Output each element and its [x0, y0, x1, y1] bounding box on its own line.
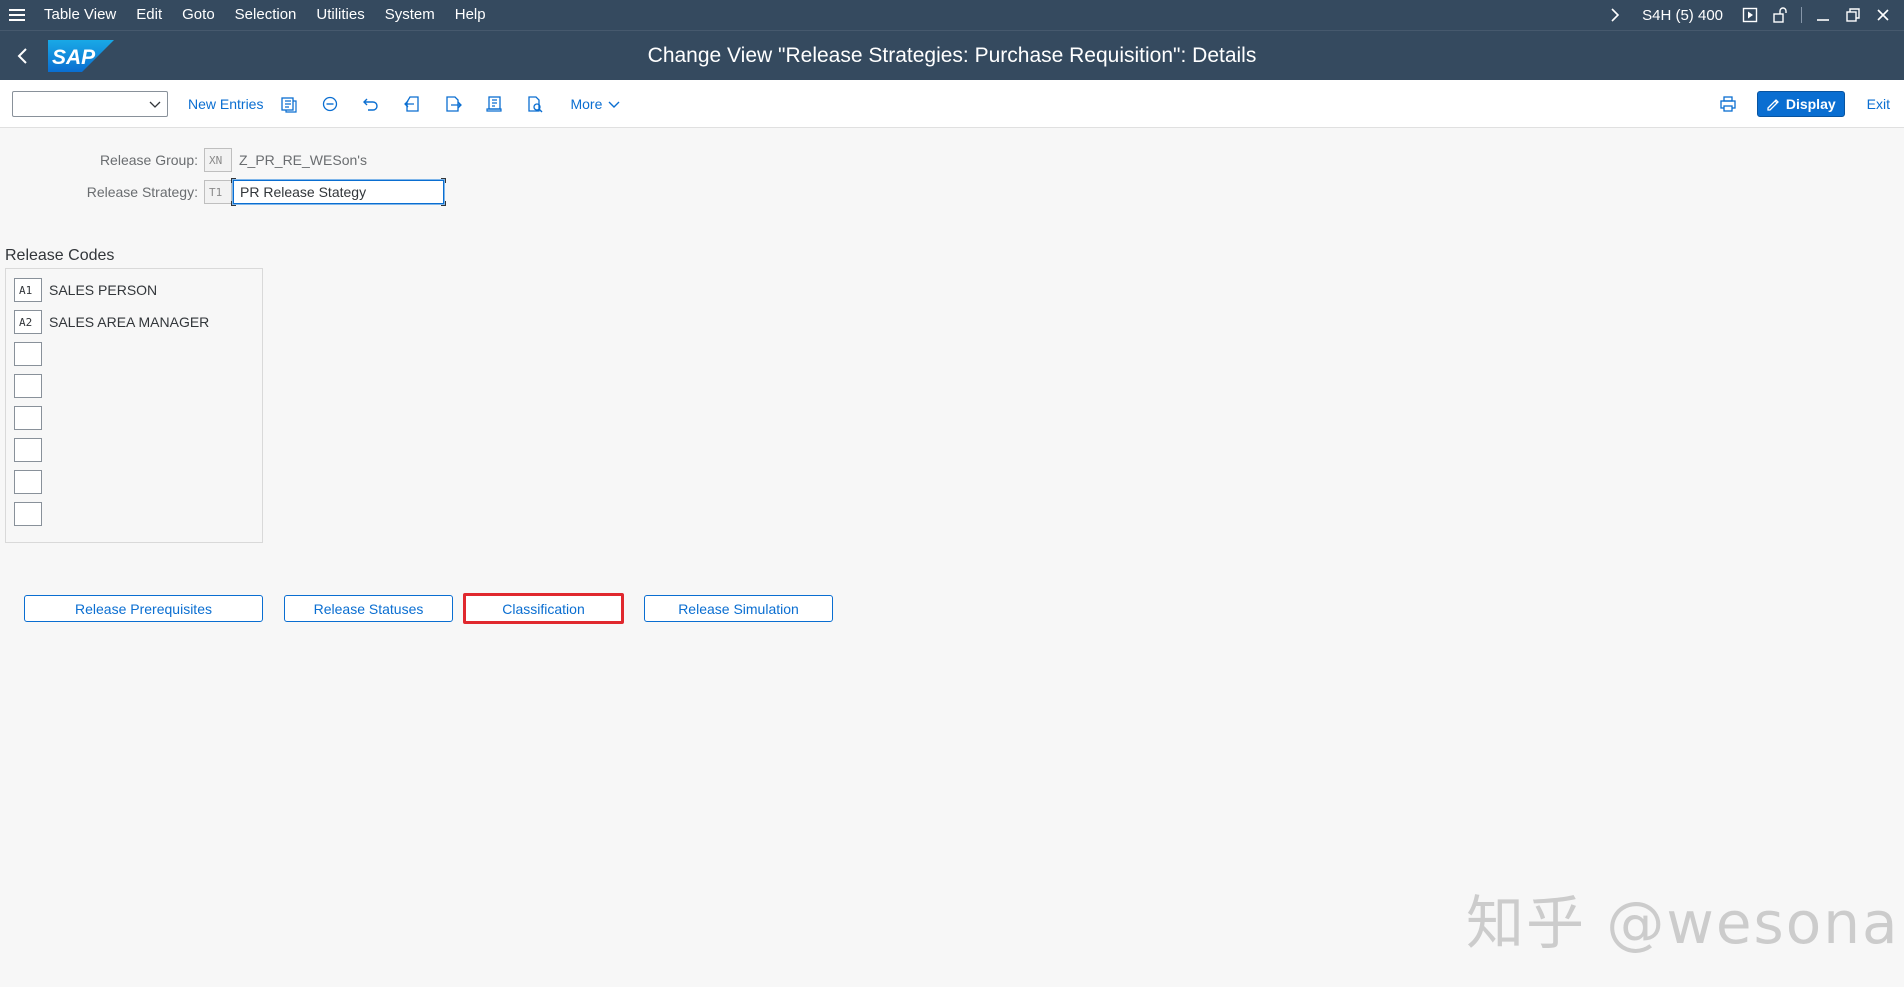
- watermark: 知乎 @wesona: [1466, 889, 1900, 957]
- undo-icon[interactable]: [356, 89, 386, 119]
- display-label: Display: [1785, 95, 1836, 112]
- exit-button[interactable]: Exit: [1867, 96, 1890, 112]
- play-icon[interactable]: [1735, 0, 1765, 30]
- release-strategy-label: Release Strategy:: [86, 184, 198, 200]
- selection-corner: [231, 178, 236, 183]
- glasses-edit-icon: [1767, 98, 1779, 111]
- release-code-row: [14, 405, 49, 431]
- print-list-icon[interactable]: [479, 89, 509, 119]
- release-simulation-button[interactable]: Release Simulation: [644, 595, 833, 622]
- release-codes-title: Release Codes: [5, 247, 115, 264]
- menu-help[interactable]: Help: [445, 0, 496, 30]
- menu-bar: Table View Edit Goto Selection Utilities…: [0, 0, 1904, 30]
- minimize-icon[interactable]: [1808, 0, 1838, 30]
- release-group-description: Z_PR_RE_WESon's: [239, 152, 367, 168]
- release-code-field[interactable]: A2: [14, 310, 42, 334]
- system-info: S4H (5) 400: [1642, 6, 1723, 24]
- release-strategy-description-value: PR Release Stategy: [240, 184, 367, 200]
- menu-edit[interactable]: Edit: [126, 0, 172, 30]
- selection-corner: [231, 201, 236, 206]
- release-code-row: [14, 373, 49, 399]
- release-statuses-button[interactable]: Release Statuses: [284, 595, 453, 622]
- more-label: More: [570, 95, 603, 112]
- menu-utilities[interactable]: Utilities: [306, 0, 374, 30]
- title-bar: SAP Change View "Release Strategies: Pur…: [0, 30, 1904, 80]
- release-code-row: [14, 469, 49, 495]
- toolbar-right: Display Exit: [1702, 89, 1904, 119]
- chevron-down-icon: [149, 101, 161, 108]
- release-code-row: [14, 437, 49, 463]
- release-code-field[interactable]: [14, 374, 42, 398]
- release-group-key-field: XN: [204, 148, 232, 172]
- chevron-down-icon: [608, 101, 620, 108]
- restore-icon[interactable]: [1838, 0, 1868, 30]
- print-icon[interactable]: [1713, 89, 1743, 119]
- menu-hamburger-icon[interactable]: [0, 0, 34, 30]
- copy-as-icon[interactable]: [274, 89, 304, 119]
- menu-table-view[interactable]: Table View: [34, 0, 126, 30]
- release-strategy-description-input[interactable]: PR Release Stategy: [231, 178, 446, 206]
- release-code-description: SALES AREA MANAGER: [49, 314, 210, 330]
- release-prerequisites-button[interactable]: Release Prerequisites: [24, 595, 263, 622]
- menu-system[interactable]: System: [375, 0, 445, 30]
- menu-selection[interactable]: Selection: [225, 0, 307, 30]
- menu-goto[interactable]: Goto: [172, 0, 225, 30]
- release-code-row: A2 SALES AREA MANAGER: [14, 309, 209, 335]
- release-code-description: SALES PERSON: [49, 282, 158, 298]
- menu-bar-right: S4H (5) 400: [1600, 0, 1904, 30]
- chevron-right-icon[interactable]: [1600, 0, 1630, 30]
- next-entry-icon[interactable]: [438, 89, 468, 119]
- more-menu-button[interactable]: More: [570, 96, 621, 112]
- release-group-label: Release Group:: [99, 152, 198, 168]
- release-code-row: A1 SALES PERSON: [14, 277, 157, 303]
- toolbar: New Entries More Display Exit: [0, 80, 1904, 128]
- selection-corner: [441, 178, 446, 183]
- release-code-row: [14, 501, 49, 527]
- new-entries-button[interactable]: New Entries: [188, 96, 263, 112]
- release-code-field[interactable]: [14, 342, 42, 366]
- selection-corner: [441, 201, 446, 206]
- release-code-field[interactable]: [14, 502, 42, 526]
- release-codes-group: A1 SALES PERSON A2 SALES AREA MANAGER: [5, 268, 263, 543]
- close-icon[interactable]: [1868, 0, 1898, 30]
- separator: [1801, 7, 1802, 23]
- classification-button[interactable]: Classification: [463, 593, 624, 624]
- release-code-field[interactable]: [14, 470, 42, 494]
- unlock-icon[interactable]: [1765, 0, 1795, 30]
- delete-icon[interactable]: [315, 89, 345, 119]
- release-code-field[interactable]: A1: [14, 278, 42, 302]
- previous-entry-icon[interactable]: [397, 89, 427, 119]
- command-combobox[interactable]: [12, 90, 168, 117]
- document-search-icon[interactable]: [520, 89, 550, 119]
- release-code-row: [14, 341, 49, 367]
- release-code-field[interactable]: [14, 406, 42, 430]
- release-strategy-key-field: T1: [204, 180, 232, 204]
- display-toggle-button[interactable]: Display: [1756, 90, 1845, 117]
- release-code-field[interactable]: [14, 438, 42, 462]
- page-title: Change View "Release Strategies: Purchas…: [647, 44, 1257, 67]
